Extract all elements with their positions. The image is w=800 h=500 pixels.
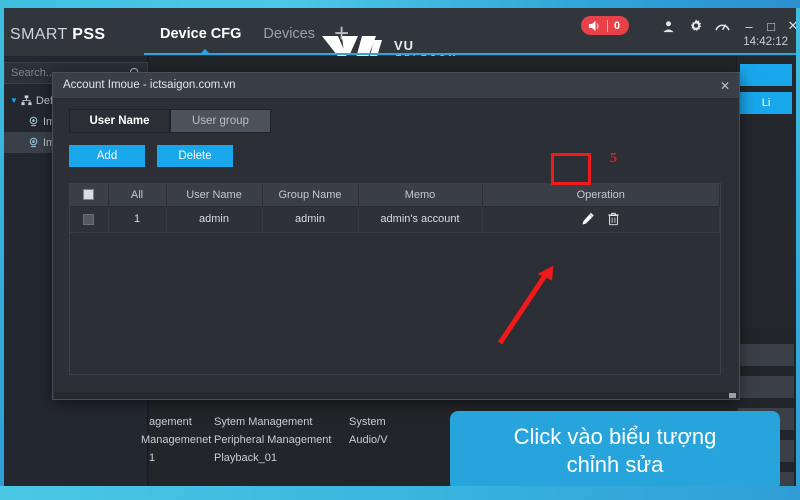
- tab-user-group[interactable]: User group: [170, 109, 271, 133]
- row-index: 1: [108, 206, 167, 233]
- row-user-name: admin: [166, 206, 263, 233]
- header-all[interactable]: All: [108, 184, 167, 207]
- brand-suffix: PSS: [72, 26, 106, 43]
- users-table-container: All User Name Group Name Memo Operation: [69, 183, 721, 375]
- screenshot-root: SMART PSS Device CFG Devices + VU HOANG …: [0, 0, 800, 500]
- frame-strip-bottom: [0, 486, 800, 500]
- dialog-title: Account Imoue - ictsaigon.com.vn: [63, 79, 236, 91]
- expander-caret-icon[interactable]: ▼: [10, 96, 18, 105]
- caption-line-1: Click vào biểu tượng: [513, 423, 717, 449]
- tab-device-cfg[interactable]: Device CFG: [160, 26, 241, 45]
- window-close-button[interactable]: ✕: [785, 18, 796, 34]
- bg-label: agement: [149, 416, 192, 428]
- row-checkbox[interactable]: [83, 213, 95, 225]
- right-panel-button-1[interactable]: [740, 64, 792, 86]
- bg-label: System: [349, 416, 386, 428]
- scrollbar-thumb[interactable]: [729, 393, 736, 398]
- caption-line-2: chỉnh sửa: [566, 452, 664, 477]
- top-tab-bar: Device CFG Devices: [160, 26, 315, 45]
- header-memo[interactable]: Memo: [358, 184, 483, 207]
- account-dialog: Account Imoue - ictsaigon.com.vn ✕ User …: [52, 72, 740, 400]
- right-panel-row[interactable]: [738, 344, 794, 366]
- bg-label: Peripheral Management: [214, 434, 332, 446]
- bg-label: Sytem Management: [214, 416, 313, 428]
- select-all-checkbox[interactable]: [83, 189, 95, 201]
- gear-glyph-icon: [690, 19, 702, 31]
- add-button[interactable]: Add: [69, 145, 145, 167]
- table-row[interactable]: 1 admin admin admin's account: [70, 206, 720, 233]
- org-tree-glyph-icon: [21, 95, 32, 106]
- right-panel-button-2[interactable]: Li: [740, 92, 792, 114]
- tab-devices[interactable]: Devices: [263, 26, 315, 45]
- title-bar: SMART PSS Device CFG Devices + VU HOANG …: [4, 8, 796, 68]
- row-operation-cell: [482, 206, 720, 233]
- camera-icon: [28, 116, 39, 127]
- bg-label: Playback_01: [214, 452, 277, 464]
- frame-strip-right: [796, 8, 800, 486]
- users-table: All User Name Group Name Memo Operation: [70, 184, 720, 233]
- dialog-body: User Name User group Add Delete 5 All Us…: [53, 99, 739, 399]
- instruction-caption: Click vào biểu tượng chỉnh sửa: [450, 411, 780, 486]
- active-tab-caret-icon: [200, 49, 210, 54]
- delete-icon[interactable]: [606, 212, 621, 227]
- right-panel-row[interactable]: [738, 376, 794, 398]
- gauge-glyph-icon: [714, 24, 730, 31]
- user-account-icon[interactable]: [659, 17, 677, 35]
- alarm-badge[interactable]: 0: [581, 16, 630, 35]
- speaker-icon: [589, 20, 599, 31]
- person-glyph-icon: [662, 20, 674, 32]
- header-group-name[interactable]: Group Name: [262, 184, 359, 207]
- window-minimize-button[interactable]: –: [741, 18, 757, 34]
- dialog-tab-bar: User Name User group: [69, 109, 271, 133]
- table-header-row: All User Name Group Name Memo Operation: [70, 184, 720, 207]
- frame-strip-top: [0, 0, 800, 8]
- camera-glyph-icon: [29, 116, 38, 127]
- bg-label: Managemenet: [141, 434, 212, 446]
- right-side-panel: Li: [736, 56, 796, 328]
- alarm-count: 0: [614, 19, 621, 32]
- row-memo: admin's account: [358, 206, 483, 233]
- settings-gear-icon[interactable]: [687, 17, 705, 35]
- row-checkbox-cell[interactable]: [70, 206, 109, 233]
- callout-step-number: 5: [610, 151, 617, 166]
- header-operation[interactable]: Operation: [482, 184, 720, 207]
- header-select-all[interactable]: [70, 184, 109, 207]
- alarm-divider: [607, 19, 608, 32]
- operation-icon-group: [483, 212, 720, 227]
- app-logo-title: SMART PSS: [10, 26, 106, 44]
- dialog-title-bar[interactable]: Account Imoue - ictsaigon.com.vn ✕: [53, 73, 739, 99]
- window-maximize-button[interactable]: □: [763, 18, 779, 34]
- delete-button[interactable]: Delete: [157, 145, 233, 167]
- application-window: SMART PSS Device CFG Devices + VU HOANG …: [4, 8, 796, 486]
- titlebar-underline: [144, 53, 796, 55]
- dialog-close-button[interactable]: ✕: [717, 78, 733, 94]
- camera-icon: [28, 137, 39, 148]
- edit-icon-highlight-box: [551, 153, 591, 185]
- performance-gauge-icon[interactable]: [713, 17, 731, 35]
- edit-icon[interactable]: [581, 212, 596, 227]
- brand-prefix: SMART: [10, 26, 73, 43]
- dialog-horizontal-scrollbar[interactable]: [54, 392, 738, 399]
- bg-label: 1: [149, 452, 156, 464]
- row-group-name: admin: [262, 206, 359, 233]
- dialog-action-buttons: Add Delete: [69, 145, 233, 167]
- camera-glyph-icon: [29, 137, 38, 148]
- header-user-name[interactable]: User Name: [166, 184, 263, 207]
- clock-display: 14:42:12: [743, 36, 788, 48]
- bg-label: Audio/V: [349, 434, 388, 446]
- org-tree-icon: [21, 95, 32, 106]
- tab-user-name[interactable]: User Name: [69, 109, 170, 133]
- pencil-glyph-icon: [582, 212, 594, 225]
- trash-glyph-icon: [608, 212, 619, 226]
